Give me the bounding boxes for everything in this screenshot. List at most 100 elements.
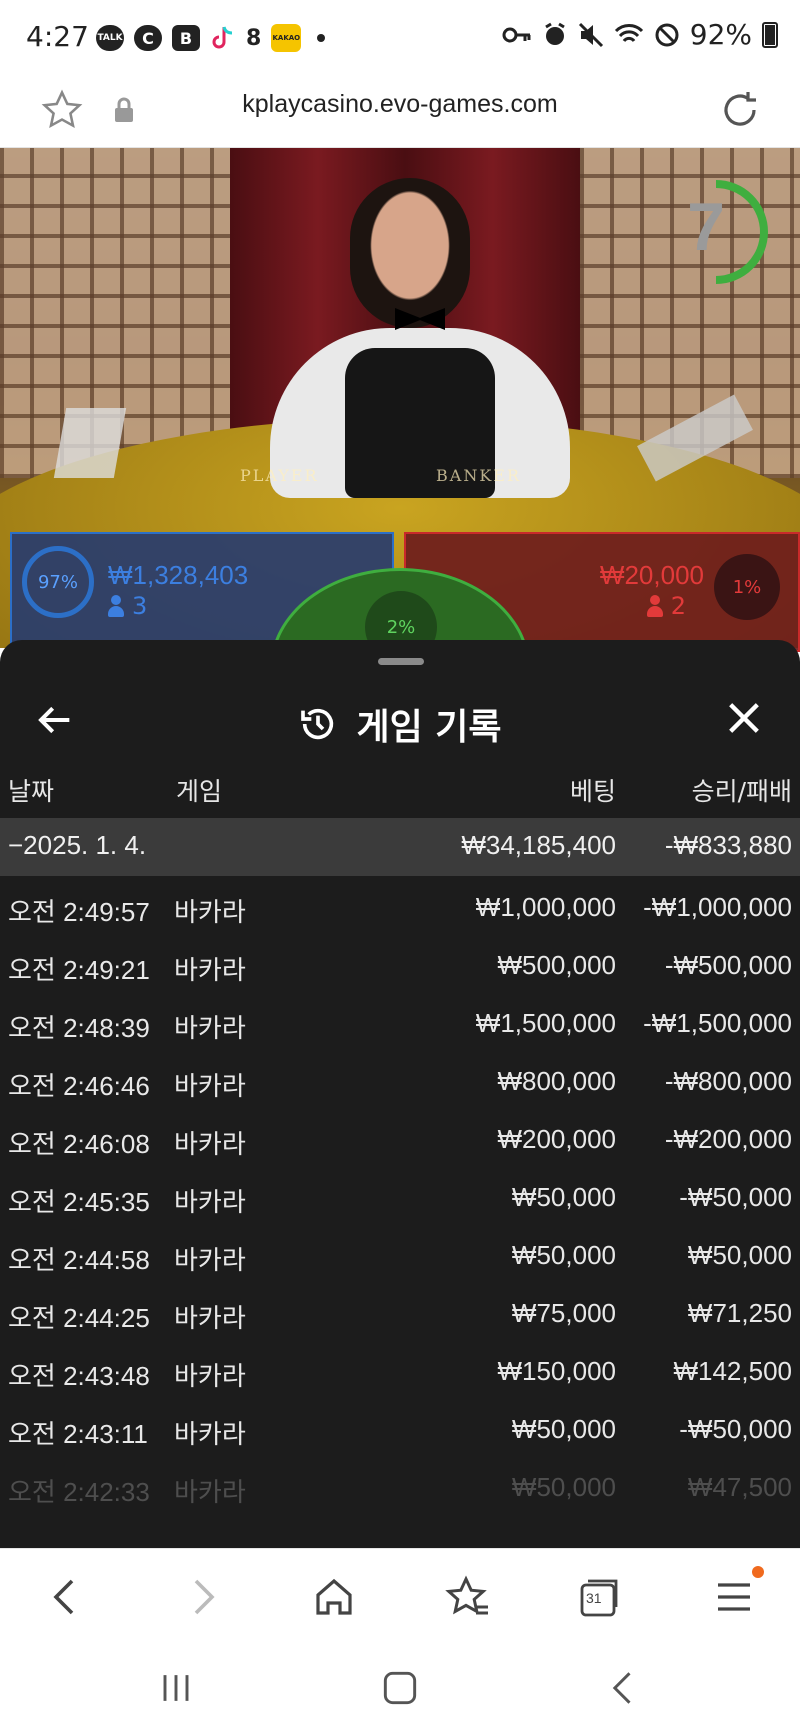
url-text[interactable]: kplaycasino.evo-games.com	[0, 90, 800, 119]
mute-icon	[578, 22, 603, 47]
menu-notification-dot	[752, 1566, 764, 1578]
row-game: 바카라	[174, 1420, 246, 1450]
player-percent: 97%	[37, 571, 78, 593]
back-icon[interactable]	[42, 1573, 90, 1621]
row-result: -₩500,000	[664, 950, 792, 980]
row-result: ₩47,500	[687, 1472, 792, 1502]
column-header-bet[interactable]: 베팅	[570, 772, 616, 808]
player-percent-ring: 97%	[22, 546, 94, 618]
menu-icon[interactable]	[710, 1573, 758, 1621]
reload-icon[interactable]	[716, 86, 764, 134]
row-time: 오전 2:42:33	[8, 1477, 150, 1507]
row-result: ₩71,250	[687, 1298, 792, 1328]
date-summary-row[interactable]: −2025. 1. 4. ₩34,185,400 -₩833,880	[0, 818, 800, 876]
history-row[interactable]: 오전 2:46:46 바카라 ₩800,000 -₩800,000	[0, 1050, 800, 1108]
row-result: -₩800,000	[664, 1066, 792, 1096]
browser-url-bar: kplaycasino.evo-games.com	[0, 74, 800, 148]
banker-count: 2	[646, 592, 686, 620]
player-count: 3	[108, 592, 147, 620]
row-bet: ₩200,000	[497, 1124, 616, 1154]
system-nav-bar	[0, 1644, 800, 1734]
battery-percent: 92%	[689, 18, 752, 51]
panel-header: 게임 기록	[0, 680, 800, 760]
summary-bet: ₩34,185,400	[461, 830, 616, 860]
c-app-icon: C	[134, 25, 162, 51]
row-bet: ₩50,000	[511, 1414, 616, 1444]
forward-icon[interactable]	[178, 1573, 226, 1621]
row-result: ₩50,000	[687, 1240, 792, 1270]
notification-icons: TALK C B 8 KAKAO	[96, 24, 326, 52]
game-history-panel: 게임 기록 날짜 게임 베팅 승리/패배 −2025. 1. 4. ₩34,18…	[0, 640, 800, 1548]
row-bet: ₩75,000	[511, 1298, 616, 1328]
banker-count-value: 2	[670, 592, 686, 620]
history-row[interactable]: 오전 2:43:11 바카라 ₩50,000 -₩50,000	[0, 1398, 800, 1456]
player-count-value: 3	[132, 592, 148, 620]
history-row[interactable]: 오전 2:42:33 바카라 ₩50,000 ₩47,500	[0, 1456, 800, 1514]
history-row[interactable]: 오전 2:49:57 바카라 ₩1,000,000 -₩1,000,000	[0, 876, 800, 934]
history-icon	[301, 708, 334, 740]
row-time: 오전 2:48:39	[8, 1013, 150, 1043]
row-game: 바카라	[174, 1478, 246, 1508]
history-row[interactable]: 오전 2:46:08 바카라 ₩200,000 -₩200,000	[0, 1108, 800, 1166]
row-time: 오전 2:49:21	[8, 955, 150, 985]
banker-percent-ring: 1%	[714, 554, 780, 620]
row-result: ₩142,500	[673, 1356, 792, 1386]
status-time: 4:27	[26, 20, 89, 53]
table-label-banker: BANKER	[436, 466, 521, 485]
tabs-icon[interactable]: 31	[576, 1573, 624, 1621]
history-list: 오전 2:49:57 바카라 ₩1,000,000 -₩1,000,000 오전 2:…	[0, 876, 800, 1514]
history-row[interactable]: 오전 2:44:25 바카라 ₩75,000 ₩71,250	[0, 1282, 800, 1340]
row-result: -₩50,000	[679, 1182, 792, 1212]
row-result: -₩1,000,000	[643, 892, 792, 922]
row-bet: ₩1,000,000	[475, 892, 616, 922]
dealer-head	[350, 178, 470, 328]
battery-icon	[762, 21, 778, 48]
row-bet: ₩50,000	[511, 1182, 616, 1212]
row-time: 오전 2:45:35	[8, 1187, 150, 1217]
browser-bottom-nav: 31	[0, 1548, 800, 1644]
bookmarks-icon[interactable]	[444, 1573, 492, 1621]
history-row[interactable]: 오전 2:43:48 바카라 ₩150,000 ₩142,500	[0, 1340, 800, 1398]
home-icon[interactable]	[310, 1573, 358, 1621]
row-result: -₩50,000	[679, 1414, 792, 1444]
row-bet: ₩50,000	[511, 1472, 616, 1502]
column-header-date[interactable]: 날짜	[8, 772, 54, 808]
history-row[interactable]: 오전 2:48:39 바카라 ₩1,500,000 -₩1,500,000	[0, 992, 800, 1050]
home-button-icon[interactable]	[378, 1666, 422, 1710]
key-icon	[502, 27, 531, 42]
system-back-icon[interactable]	[602, 1666, 646, 1710]
person-icon	[646, 595, 663, 617]
row-time: 오전 2:44:25	[8, 1303, 150, 1333]
tiktok-icon	[212, 26, 233, 49]
row-game: 바카라	[174, 1362, 246, 1392]
status-bar: 4:27 TALK C B 8 KAKAO 92%	[0, 0, 800, 74]
column-header-win-loss[interactable]: 승리/패배	[692, 772, 792, 808]
row-result: -₩1,500,000	[643, 1008, 792, 1038]
person-icon	[108, 595, 124, 617]
table-label-player: PLAYER	[240, 466, 319, 485]
row-time: 오전 2:46:08	[8, 1129, 150, 1159]
row-bet: ₩500,000	[497, 950, 616, 980]
row-time: 오전 2:43:11	[8, 1419, 148, 1449]
close-icon[interactable]	[724, 698, 764, 738]
row-time: 오전 2:49:57	[8, 897, 150, 927]
history-row[interactable]: 오전 2:44:58 바카라 ₩50,000 ₩50,000	[0, 1224, 800, 1282]
history-row[interactable]: 오전 2:45:35 바카라 ₩50,000 -₩50,000	[0, 1166, 800, 1224]
history-row[interactable]: 오전 2:49:21 바카라 ₩500,000 -₩500,000	[0, 934, 800, 992]
tie-percent: 2%	[386, 616, 416, 638]
app-8-icon: 8	[246, 25, 262, 51]
row-result: -₩200,000	[664, 1124, 792, 1154]
banker-percent: 1%	[732, 576, 762, 598]
summary-date: −2025. 1. 4.	[8, 830, 147, 860]
row-game: 바카라	[174, 956, 246, 986]
column-header-game[interactable]: 게임	[176, 772, 222, 808]
kakao-icon: KAKAO	[271, 24, 302, 52]
recent-apps-icon[interactable]	[154, 1666, 198, 1710]
summary-win-loss: -₩833,880	[664, 830, 792, 860]
banker-bet-amount: ₩20,000	[599, 560, 704, 590]
row-game: 바카라	[174, 898, 246, 928]
row-bet: ₩1,500,000	[475, 1008, 616, 1038]
row-game: 바카라	[174, 1072, 246, 1102]
drag-handle[interactable]	[378, 658, 424, 665]
card-shoe-left	[53, 408, 127, 478]
